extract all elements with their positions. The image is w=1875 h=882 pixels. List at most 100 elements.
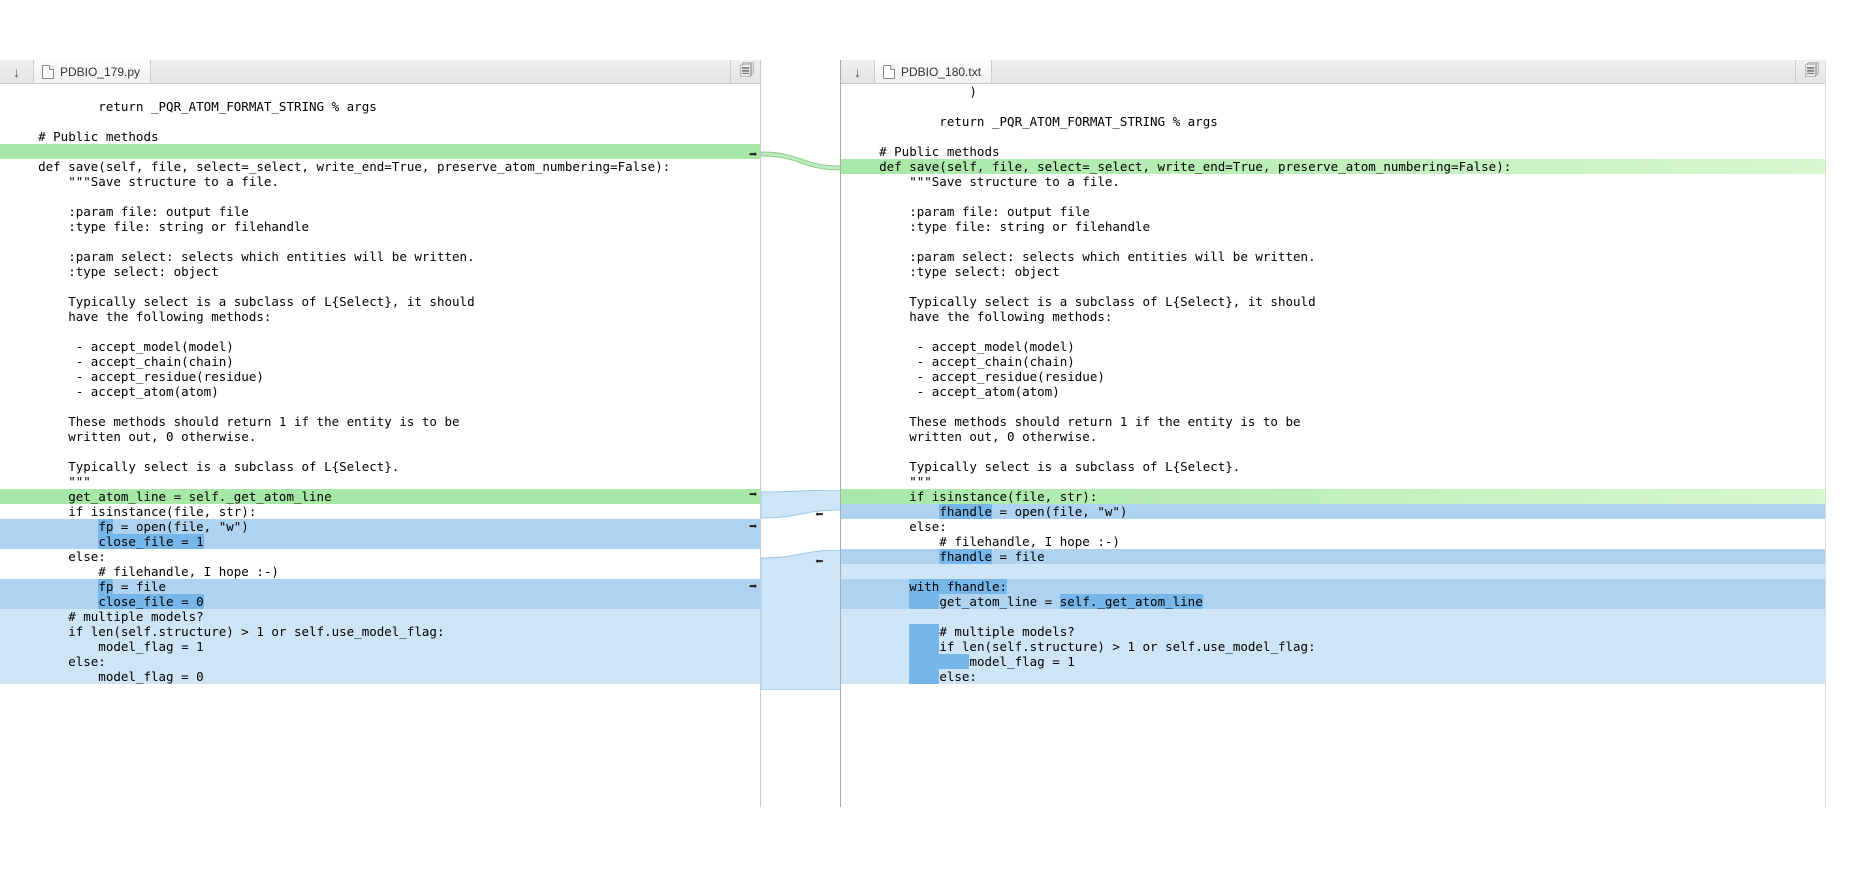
code-line[interactable] xyxy=(841,324,1825,339)
code-line[interactable] xyxy=(0,114,760,129)
code-line[interactable]: - accept_residue(residue) xyxy=(0,369,760,384)
tab-spacer xyxy=(151,60,730,83)
save-stack-icon[interactable]: 🗐 xyxy=(1795,60,1825,83)
code-line[interactable]: - accept_chain(chain) xyxy=(841,354,1825,369)
code-line[interactable]: get_atom_line = self._get_atom_line xyxy=(0,489,760,504)
merge-right-arrow-icon[interactable]: ➡ xyxy=(749,488,757,503)
code-line[interactable]: fhandle = open(file, "w") xyxy=(841,504,1825,519)
code-line[interactable]: Typically select is a subclass of L{Sele… xyxy=(0,294,760,309)
code-line[interactable]: get_atom_line = self._get_atom_line xyxy=(841,594,1825,609)
code-line[interactable]: if isinstance(file, str): xyxy=(0,504,760,519)
code-line[interactable] xyxy=(841,99,1825,114)
code-right[interactable]: ) return _PQR_ATOM_FORMAT_STRING % args … xyxy=(841,84,1825,807)
code-line[interactable] xyxy=(841,444,1825,459)
code-line[interactable]: :type file: string or filehandle xyxy=(841,219,1825,234)
code-line[interactable]: def save(self, file, select=_select, wri… xyxy=(841,159,1825,174)
code-line[interactable] xyxy=(0,444,760,459)
code-line[interactable]: written out, 0 otherwise. xyxy=(841,429,1825,444)
code-line[interactable]: """Save structure to a file. xyxy=(0,174,760,189)
code-line[interactable]: - accept_atom(atom) xyxy=(0,384,760,399)
code-line[interactable]: """ xyxy=(841,474,1825,489)
code-line[interactable]: with fhandle: xyxy=(841,579,1825,594)
code-line[interactable]: # multiple models? xyxy=(0,609,760,624)
tab-left-file[interactable]: PDBIO_179.py xyxy=(34,60,151,83)
code-left[interactable]: return _PQR_ATOM_FORMAT_STRING % args # … xyxy=(0,84,760,807)
document-icon xyxy=(883,65,895,79)
code-line[interactable]: - accept_chain(chain) xyxy=(0,354,760,369)
code-line[interactable]: # Public methods xyxy=(0,129,760,144)
code-line[interactable]: model_flag = 1 xyxy=(0,639,760,654)
code-line[interactable]: :param file: output file xyxy=(0,204,760,219)
code-line[interactable]: # filehandle, I hope :-) xyxy=(841,534,1825,549)
code-line[interactable] xyxy=(841,279,1825,294)
download-icon[interactable]: ↓ xyxy=(0,60,34,83)
code-line[interactable]: :type select: object xyxy=(841,264,1825,279)
code-line[interactable]: Typically select is a subclass of L{Sele… xyxy=(841,294,1825,309)
code-line[interactable] xyxy=(0,399,760,414)
code-line[interactable]: - accept_model(model) xyxy=(0,339,760,354)
save-stack-icon[interactable]: 🗐 xyxy=(730,60,760,83)
tab-right-file[interactable]: PDBIO_180.txt xyxy=(875,60,992,83)
code-line[interactable] xyxy=(0,84,760,99)
code-line[interactable]: def save(self, file, select=_select, wri… xyxy=(0,159,760,174)
code-line[interactable]: return _PQR_ATOM_FORMAT_STRING % args xyxy=(0,99,760,114)
code-line[interactable]: if len(self.structure) > 1 or self.use_m… xyxy=(841,639,1825,654)
code-line[interactable] xyxy=(0,189,760,204)
code-line[interactable]: fp = open(file, "w") xyxy=(0,519,760,534)
code-line[interactable]: model_flag = 1 xyxy=(841,654,1825,669)
code-line[interactable]: else: xyxy=(841,669,1825,684)
code-line[interactable] xyxy=(0,234,760,249)
code-line[interactable]: close_file = 1 xyxy=(0,534,760,549)
code-line[interactable] xyxy=(0,324,760,339)
code-line[interactable] xyxy=(841,189,1825,204)
code-line[interactable]: # Public methods xyxy=(841,144,1825,159)
code-line[interactable]: return _PQR_ATOM_FORMAT_STRING % args xyxy=(841,114,1825,129)
code-line[interactable]: # filehandle, I hope :-) xyxy=(0,564,760,579)
merge-right-arrow-icon[interactable]: ➡ xyxy=(749,520,757,535)
merge-right-arrow-icon[interactable]: ➡ xyxy=(749,148,757,163)
code-line[interactable]: else: xyxy=(841,519,1825,534)
code-line[interactable] xyxy=(841,399,1825,414)
merge-left-arrow-icon[interactable]: ⬅ xyxy=(815,508,823,523)
connector-curve xyxy=(761,144,841,174)
code-line[interactable]: :type file: string or filehandle xyxy=(0,219,760,234)
code-line[interactable]: ) xyxy=(841,84,1825,99)
code-line[interactable] xyxy=(841,609,1825,624)
download-icon[interactable]: ↓ xyxy=(841,60,875,83)
code-line[interactable]: - accept_atom(atom) xyxy=(841,384,1825,399)
code-line[interactable]: fp = file xyxy=(0,579,760,594)
code-line[interactable] xyxy=(841,564,1825,579)
code-line[interactable]: else: xyxy=(0,654,760,669)
code-line[interactable]: close_file = 0 xyxy=(0,594,760,609)
code-line[interactable]: Typically select is a subclass of L{Sele… xyxy=(841,459,1825,474)
merge-left-arrow-icon[interactable]: ⬅ xyxy=(815,555,823,570)
diff-gutter: ➡➡⬅➡⬅➡ xyxy=(760,60,840,807)
code-line[interactable]: if len(self.structure) > 1 or self.use_m… xyxy=(0,624,760,639)
document-icon xyxy=(42,65,54,79)
code-line[interactable]: written out, 0 otherwise. xyxy=(0,429,760,444)
code-line[interactable]: else: xyxy=(0,549,760,564)
code-line[interactable] xyxy=(0,144,760,159)
code-line[interactable]: have the following methods: xyxy=(0,309,760,324)
code-line[interactable]: """Save structure to a file. xyxy=(841,174,1825,189)
code-line[interactable]: :param select: selects which entities wi… xyxy=(0,249,760,264)
code-line[interactable]: - accept_residue(residue) xyxy=(841,369,1825,384)
code-line[interactable]: :param file: output file xyxy=(841,204,1825,219)
code-line[interactable]: fhandle = file xyxy=(841,549,1825,564)
code-line[interactable]: :type select: object xyxy=(0,264,760,279)
code-line[interactable]: if isinstance(file, str): xyxy=(841,489,1825,504)
code-line[interactable] xyxy=(0,279,760,294)
code-line[interactable]: model_flag = 0 xyxy=(0,669,760,684)
merge-right-arrow-icon[interactable]: ➡ xyxy=(749,580,757,595)
code-line[interactable] xyxy=(841,234,1825,249)
code-line[interactable]: :param select: selects which entities wi… xyxy=(841,249,1825,264)
code-line[interactable]: These methods should return 1 if the ent… xyxy=(0,414,760,429)
code-line[interactable]: have the following methods: xyxy=(841,309,1825,324)
overview-ruler[interactable] xyxy=(1825,60,1875,807)
code-line[interactable] xyxy=(841,129,1825,144)
code-line[interactable]: These methods should return 1 if the ent… xyxy=(841,414,1825,429)
code-line[interactable]: """ xyxy=(0,474,760,489)
code-line[interactable]: # multiple models? xyxy=(841,624,1825,639)
code-line[interactable]: Typically select is a subclass of L{Sele… xyxy=(0,459,760,474)
code-line[interactable]: - accept_model(model) xyxy=(841,339,1825,354)
